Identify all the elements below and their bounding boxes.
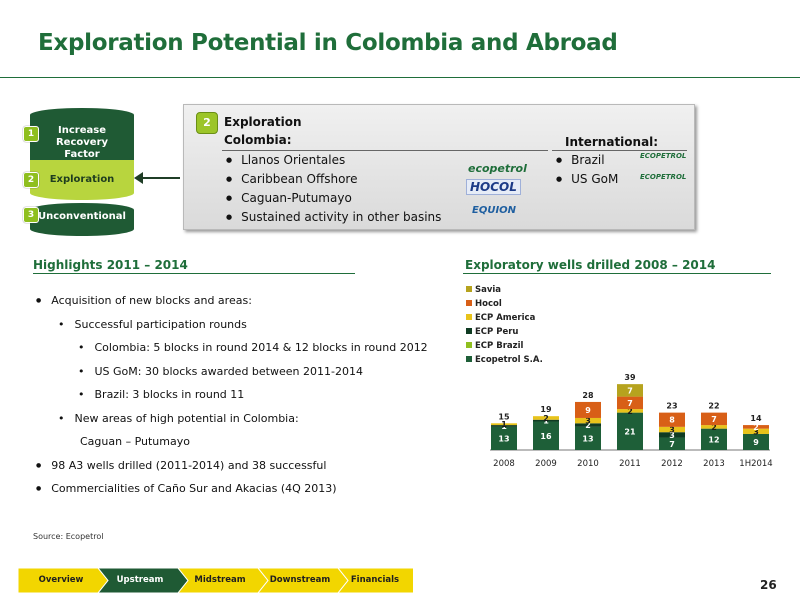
- highlight-item: Colombia: 5 blocks in round 2014 & 12 bl…: [78, 341, 428, 354]
- pillar-exploration[interactable]: Exploration: [30, 160, 134, 200]
- x-tick-label: 2013: [703, 459, 725, 469]
- bar-value-label: 21: [624, 427, 636, 436]
- pillar-badge-2: 2: [23, 172, 39, 188]
- legend-label: Hocol: [475, 299, 502, 309]
- legend-swatch: [466, 328, 472, 334]
- tab-overview[interactable]: Overview: [26, 568, 96, 593]
- bar-total-label: 19: [540, 405, 552, 414]
- international-list: Brazil US GoM: [556, 151, 618, 189]
- pillar-unconventional-label: Unconventional: [38, 211, 126, 222]
- page-number: 26: [760, 578, 777, 592]
- tab-financials[interactable]: Financials: [342, 568, 408, 593]
- chart-title: Exploratory wells drilled 2008 – 2014: [465, 258, 716, 272]
- highlight-item: Commercialities of Caño Sur and Akacias …: [36, 482, 336, 495]
- bar-total-label: 14: [750, 414, 762, 423]
- highlight-item: 98 A3 wells drilled (2011-2014) and 38 s…: [36, 459, 326, 472]
- chart-title-rule: [463, 273, 771, 274]
- page-title: Exploration Potential in Colombia and Ab…: [38, 30, 618, 56]
- highlight-item: Acquisition of new blocks and areas:: [36, 294, 252, 307]
- exploration-badge: 2: [196, 112, 218, 134]
- exploration-title: Exploration: [224, 115, 302, 129]
- legend-label: ECP Peru: [475, 327, 518, 337]
- pillar-unconventional[interactable]: Unconventional: [30, 203, 134, 236]
- legend-label: ECP Brazil: [475, 341, 524, 351]
- legend-label: ECP America: [475, 313, 536, 323]
- colombia-list: Llanos Orientales Caribbean Offshore Cag…: [226, 151, 441, 227]
- legend-swatch: [466, 314, 472, 320]
- bar-value-label: 2: [543, 414, 549, 423]
- colombia-heading: Colombia:: [224, 133, 292, 147]
- bar-total-label: 28: [582, 391, 594, 400]
- bar-value-label: 9: [753, 438, 759, 447]
- list-item: Caguan-Putumayo: [226, 189, 441, 208]
- x-tick-label: 1H2014: [739, 459, 772, 469]
- legend-swatch: [466, 356, 472, 362]
- bar-value-label: 3: [669, 426, 675, 435]
- ecp-brasil-logo: ECOPETROL: [640, 152, 687, 160]
- bar-value-label: 7: [711, 415, 717, 424]
- title-divider: [0, 77, 800, 78]
- pillar-recovery[interactable]: Increase Recovery Factor: [30, 115, 134, 160]
- wells-chart: 1311152008161219200913239282010212773920…: [466, 285, 773, 469]
- ecp-america-logo: ECOPETROL: [640, 173, 687, 181]
- bar-value-label: 12: [708, 435, 719, 444]
- list-item: Sustained activity in other basins: [226, 208, 441, 227]
- bar-total-label: 22: [708, 402, 719, 411]
- bar-value-label: 7: [627, 386, 633, 395]
- x-tick-label: 2011: [619, 459, 641, 469]
- bar-value-label: 7: [669, 440, 675, 449]
- bar-total-label: 23: [666, 402, 677, 411]
- bar-value-label: 2: [753, 423, 759, 432]
- legend-label: Ecopetrol S.A.: [475, 355, 543, 365]
- international-heading: International:: [565, 135, 659, 149]
- list-item: Caribbean Offshore: [226, 170, 441, 189]
- legend-swatch: [466, 286, 472, 292]
- tab-midstream[interactable]: Midstream: [184, 568, 256, 593]
- highlight-item: Brazil: 3 blocks in round 11: [78, 388, 245, 401]
- bar-total-label: 15: [498, 412, 510, 421]
- arrow-shaft: [140, 177, 180, 179]
- highlight-item: US GoM: 30 blocks awarded between 2011-2…: [78, 365, 363, 378]
- source-note: Source: Ecopetrol: [33, 532, 104, 541]
- x-tick-label: 2008: [493, 459, 515, 469]
- highlights-rule: [33, 273, 355, 274]
- bar-value-label: 16: [540, 432, 552, 441]
- bar-value-label: 3: [585, 417, 591, 426]
- x-tick-label: 2009: [535, 459, 557, 469]
- x-tick-label: 2012: [661, 459, 683, 469]
- bar-value-label: 13: [582, 434, 593, 443]
- bar-value-label: 1: [501, 420, 507, 429]
- highlights-title: Highlights 2011 – 2014: [33, 258, 188, 272]
- x-tick-label: 2010: [577, 459, 599, 469]
- legend-label: Savia: [475, 285, 501, 295]
- highlight-item: Caguan – Putumayo: [80, 435, 190, 448]
- tab-downstream[interactable]: Downstream: [264, 568, 336, 593]
- highlight-item: New areas of high potential in Colombia:: [58, 412, 299, 425]
- hocol-logo: HOCOL: [466, 179, 521, 195]
- bar-value-label: 8: [669, 416, 675, 425]
- pillar-badge-1: 1: [23, 126, 39, 142]
- bar-value-label: 7: [627, 399, 633, 408]
- arrow-left-icon: [134, 172, 143, 184]
- pillar-exploration-label: Exploration: [49, 174, 115, 185]
- ecopetrol-logo: ecopetrol: [468, 162, 527, 175]
- list-item: Llanos Orientales: [226, 151, 441, 170]
- bar-total-label: 39: [624, 373, 636, 382]
- bar-value-label: 9: [585, 406, 591, 415]
- section-nav: Overview Upstream Midstream Downstream F…: [18, 568, 413, 593]
- legend-swatch: [466, 300, 472, 306]
- legend-swatch: [466, 342, 472, 348]
- list-item: US GoM: [556, 170, 618, 189]
- list-item: Brazil: [556, 151, 618, 170]
- bar-value-label: 13: [498, 434, 509, 443]
- pillar-recovery-label: Increase Recovery Factor: [55, 125, 109, 160]
- highlight-item: Successful participation rounds: [58, 318, 247, 331]
- tab-upstream[interactable]: Upstream: [104, 568, 176, 593]
- equion-logo: EQUION: [472, 205, 517, 216]
- pillar-badge-3: 3: [23, 207, 39, 223]
